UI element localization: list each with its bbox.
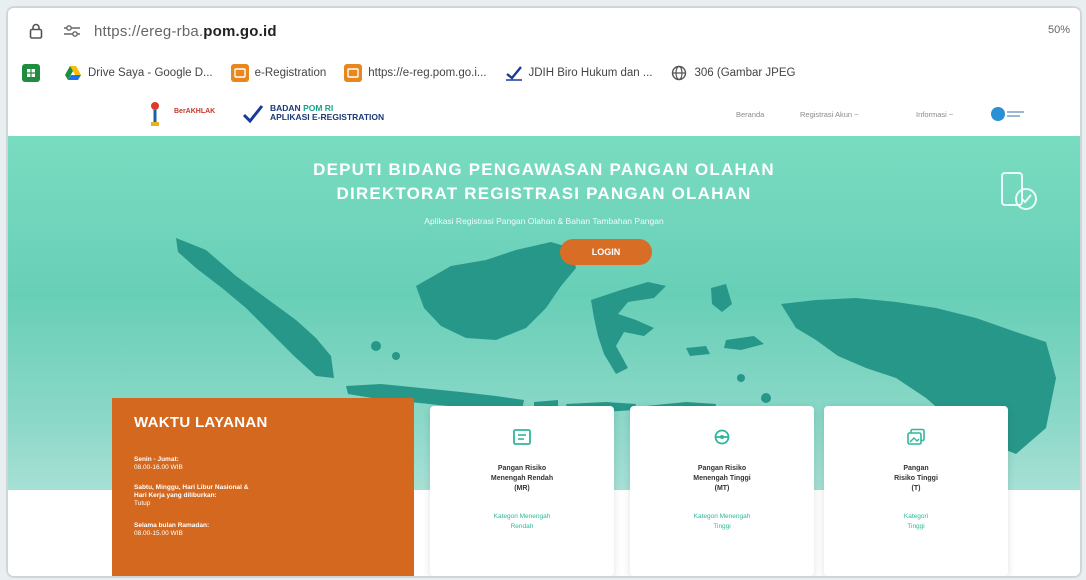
browser-window: https://ereg-rba.pom.go.id 50% Drive Say… — [6, 6, 1082, 578]
card-title: Pangan Risiko Menengah Tinggi (MT) — [640, 464, 804, 494]
hours-weekday-value: 08.00-16.00 WIB — [134, 464, 183, 471]
bookmark-ereg[interactable]: e-Registration — [230, 64, 327, 82]
card-title-line1: Pangan Risiko — [697, 465, 747, 472]
card-category-line1: Kategori — [903, 513, 929, 520]
drive-icon — [64, 64, 82, 82]
bookmark-gambar[interactable]: 306 (Gambar JPEG — [670, 64, 795, 82]
card-risiko-tinggi[interactable]: Pangan Risiko Tinggi (T) Kategori Tinggi — [824, 406, 1008, 576]
nav-registrasi-akun[interactable]: Registrasi Akun ~ — [800, 110, 859, 119]
card-category-line2: Rendah — [510, 523, 534, 530]
cog-icon — [714, 429, 730, 445]
site-header: BerAKHLAK BADAN POM RI APLIKASI E-REGIST… — [8, 92, 1080, 136]
login-button[interactable]: LOGIN — [560, 239, 652, 265]
bookmark-jdih-label: JDIH Biro Hukum dan ... — [528, 67, 653, 79]
waktu-layanan-title: WAKTU LAYANAN — [134, 414, 268, 431]
logo-line2: APLIKASI E-REGISTRATION — [270, 112, 385, 122]
url-text[interactable]: https://ereg-rba.pom.go.id — [94, 23, 277, 40]
card-category: Kategori Menengah Tinggi — [640, 512, 804, 532]
card-title-line2: Risiko Tinggi — [894, 475, 938, 482]
ereg-icon — [344, 64, 363, 82]
bookmark-ereg-label: e-Registration — [254, 67, 327, 79]
hero-title-line1: DEPUTI BIDANG PENGAWASAN PANGAN OLAHAN — [313, 160, 775, 179]
berakhlak-mascot-icon — [151, 102, 159, 126]
hours-ramadan: Selama bulan Ramadan: 08.00-15.00 WIB — [134, 522, 209, 538]
card-category: Kategori Tinggi — [834, 512, 998, 532]
berakhlak-logo-text: BerAKHLAK — [174, 108, 216, 115]
hours-weekday: Senin - Jumat: 08.00-16.00 WIB — [134, 456, 183, 472]
zoom-level[interactable]: 50% — [1048, 24, 1070, 36]
card-title-line3: (MT) — [714, 485, 730, 492]
card-title-line2: Menengah Rendah — [490, 475, 554, 482]
card-title: Pangan Risiko Tinggi (T) — [834, 464, 998, 494]
card-category-line1: Kategori Menengah — [693, 513, 751, 520]
nav-informasi[interactable]: Informasi ~ — [916, 110, 953, 119]
bookmarks-bar: Drive Saya - Google D... e-Registration … — [8, 54, 1080, 93]
sheets-icon — [22, 64, 40, 82]
tune-icon[interactable] — [62, 23, 82, 39]
document-icon — [513, 429, 531, 445]
bookmark-jdih[interactable]: JDIH Biro Hukum dan ... — [505, 64, 653, 82]
phone-illustration-icon — [1001, 172, 1037, 210]
card-risiko-menengah-tinggi[interactable]: Pangan Risiko Menengah Tinggi (MT) Kateg… — [630, 406, 814, 576]
image-stack-icon — [907, 428, 925, 445]
bookmark-drive[interactable]: Drive Saya - Google D... — [64, 64, 213, 82]
site-info-icon[interactable] — [28, 22, 44, 40]
hours-closed-value: Tutup — [134, 500, 151, 507]
card-title-line1: Pangan Risiko — [497, 465, 547, 472]
waktu-layanan-panel: WAKTU LAYANAN Senin - Jumat: 08.00-16.00… — [112, 398, 414, 576]
globe-icon — [670, 64, 688, 82]
ereg-icon — [230, 64, 249, 82]
card-title-line3: (MR) — [514, 485, 530, 492]
hours-ramadan-label: Selama bulan Ramadan: — [134, 522, 210, 529]
hero-subtitle: Aplikasi Registrasi Pangan Olahan & Baha… — [424, 216, 664, 226]
hours-closed-label2: Hari Kerja yang diliburkan: — [134, 492, 217, 499]
card-risiko-menengah-rendah[interactable]: Pangan Risiko Menengah Rendah (MR) Kateg… — [430, 406, 614, 576]
bookmark-sheets[interactable] — [22, 64, 46, 82]
bpom-logo-text: BADAN POM RI APLIKASI E-REGISTRATION — [270, 104, 384, 122]
hours-closed-label: Sabtu, Minggu, Hari Libur Nasional & — [134, 484, 249, 491]
card-category-line2: Tinggi — [713, 523, 731, 530]
bookmark-drive-label: Drive Saya - Google D... — [88, 67, 213, 79]
bookmark-ereg-url[interactable]: https://e-reg.pom.go.i... — [344, 64, 487, 82]
card-category-line1: Kategori Menengah — [493, 513, 551, 520]
hours-closed: Sabtu, Minggu, Hari Libur Nasional & Har… — [134, 484, 248, 508]
address-bar[interactable]: https://ereg-rba.pom.go.id 50% — [8, 8, 1080, 54]
card-title-line3: (T) — [911, 485, 921, 492]
card-category-line2: Tinggi — [907, 523, 925, 530]
hours-weekday-label: Senin - Jumat: — [134, 456, 179, 463]
bpom-check-logo-icon — [242, 105, 264, 124]
url-domain: pom.go.id — [203, 22, 277, 40]
hero-title-line2: DIREKTORAT REGISTRASI PANGAN OLAHAN — [336, 184, 752, 203]
card-title: Pangan Risiko Menengah Rendah (MR) — [440, 464, 604, 494]
card-title-line2: Menengah Tinggi — [693, 475, 751, 482]
url-prefix: https://ereg-rba. — [94, 22, 204, 40]
partner-logo-icon — [991, 107, 1024, 121]
bookmark-gambar-label: 306 (Gambar JPEG — [694, 67, 796, 79]
card-category: Kategori Menengah Rendah — [440, 512, 604, 532]
bookmark-ereg-url-label: https://e-reg.pom.go.i... — [368, 67, 487, 79]
check-logo-icon — [505, 64, 523, 82]
nav-beranda[interactable]: Beranda — [736, 110, 764, 119]
hours-ramadan-value: 08.00-15.00 WIB — [134, 530, 183, 537]
card-title-line1: Pangan — [903, 465, 929, 472]
